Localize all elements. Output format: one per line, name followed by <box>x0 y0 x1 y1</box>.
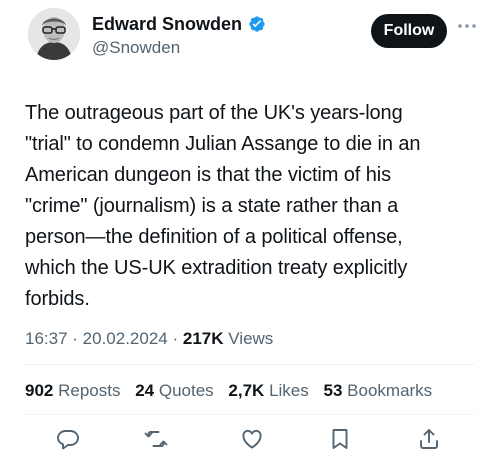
meta-separator: · <box>72 329 83 348</box>
quotes-stat[interactable]: 24 Quotes <box>135 381 213 400</box>
views-label: Views <box>228 329 274 348</box>
action-bar <box>0 427 500 451</box>
follow-button[interactable]: Follow <box>371 14 447 48</box>
divider <box>25 364 475 365</box>
tweet-text: The outrageous part of the UK's years-lo… <box>25 102 421 310</box>
likes-stat[interactable]: 2,7K Likes <box>228 381 308 400</box>
bookmark-icon[interactable] <box>328 427 352 451</box>
tweet-date[interactable]: 20.02.2024 <box>83 329 168 348</box>
verified-badge-icon <box>249 16 265 32</box>
reposts-label: Reposts <box>58 381 121 400</box>
author-handle[interactable]: @Snowden <box>92 38 180 58</box>
tweet-time[interactable]: 16:37 <box>25 329 68 348</box>
engagement-stats: 902 Reposts 24 Quotes 2,7K Likes 53 Book… <box>25 380 442 402</box>
like-icon[interactable] <box>240 427 264 451</box>
avatar-image <box>28 8 80 60</box>
bookmarks-count: 53 <box>323 381 343 400</box>
more-options-icon[interactable] <box>456 20 478 32</box>
share-icon[interactable] <box>417 427 441 451</box>
tweet-meta: 16:37 · 20.02.2024 · 217K Views <box>25 328 273 350</box>
divider <box>25 414 475 415</box>
bookmarks-label: Bookmarks <box>347 381 433 400</box>
reply-icon[interactable] <box>56 427 80 451</box>
likes-count: 2,7K <box>228 381 265 400</box>
bookmarks-stat[interactable]: 53 Bookmarks <box>324 381 433 400</box>
meta-separator: · <box>172 329 183 348</box>
likes-label: Likes <box>269 381 309 400</box>
author-name-text[interactable]: Edward Snowden <box>92 13 242 35</box>
author-name[interactable]: Edward Snowden <box>92 13 266 35</box>
views-count: 217K <box>182 329 224 348</box>
repost-icon[interactable] <box>144 427 168 451</box>
reposts-count: 902 <box>25 381 54 400</box>
avatar[interactable] <box>28 8 80 60</box>
quotes-label: Quotes <box>158 381 214 400</box>
reposts-stat[interactable]: 902 Reposts <box>25 381 120 400</box>
quotes-count: 24 <box>135 381 155 400</box>
tweet-card: Edward Snowden @Snowden Follow The outra… <box>0 0 500 461</box>
